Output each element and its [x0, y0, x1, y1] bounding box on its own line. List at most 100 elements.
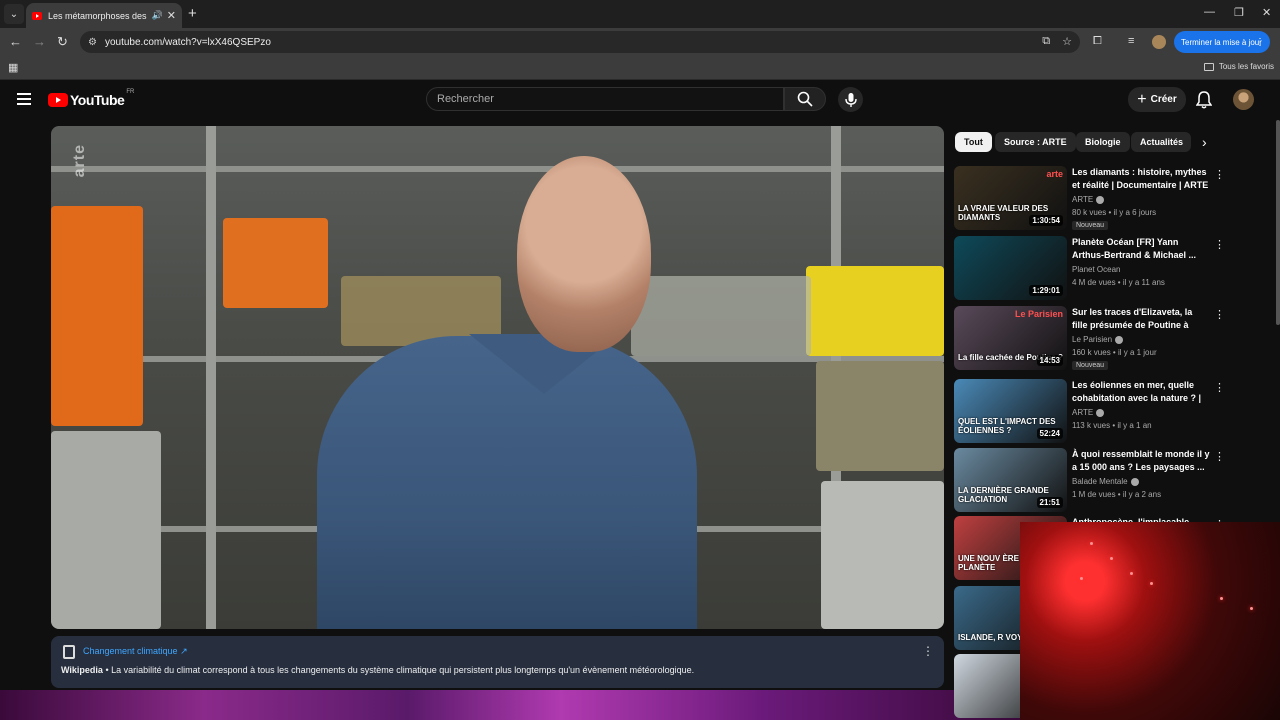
profile-avatar[interactable]: [1152, 35, 1166, 49]
video-title[interactable]: Les éoliennes en mer, quelle cohabitatio…: [1072, 379, 1210, 406]
channel-label: Planet Ocean: [1072, 265, 1121, 274]
more-options-icon[interactable]: ⋮: [1214, 238, 1225, 251]
recommended-video[interactable]: 1:29:01 Planète Océan [FR] Yann Arthus-Be…: [954, 236, 1225, 302]
fairy-light: [1250, 607, 1253, 610]
audio-playing-icon[interactable]: 🔊: [152, 10, 163, 21]
install-app-icon[interactable]: ⧉: [1042, 35, 1050, 48]
video-meta: 1 M de vues • il y a 2 ans: [1072, 490, 1162, 499]
video-thumbnail[interactable]: QUEL EST L'IMPACT DES ÉOLIENNES ? 52:24: [954, 379, 1067, 443]
new-tab-button[interactable]: +: [188, 5, 197, 22]
channel-label: ARTE: [1072, 195, 1094, 204]
video-thumbnail[interactable]: Le Parisien La fille cachée de Poutine ? 1…: [954, 306, 1067, 370]
channel-name[interactable]: ARTE: [1072, 195, 1105, 204]
video-meta: 160 k vues • il y a 1 jour: [1072, 348, 1157, 357]
recommended-video[interactable]: QUEL EST L'IMPACT DES ÉOLIENNES ? 52:24 Le…: [954, 379, 1225, 445]
more-options-icon[interactable]: ⋮: [1214, 381, 1225, 394]
topic-label: Changement climatique: [83, 646, 178, 656]
reading-list-icon[interactable]: ≡: [1128, 35, 1134, 47]
browser-tab-bar: ⌄ Les métamorphoses des gl 🔊 ✕ + — ❐ ✕: [0, 0, 1280, 28]
video-meta: 80 k vues • il y a 6 jours: [1072, 208, 1157, 217]
orange-case: [223, 218, 328, 308]
apps-grid-icon[interactable]: ▦: [8, 61, 18, 74]
youtube-favicon-icon: [32, 11, 42, 20]
bookmarks-bar: ▦ Tous les favoris: [0, 56, 1280, 80]
all-bookmarks-folder[interactable]: Tous les favoris: [1203, 62, 1274, 71]
recommended-video[interactable]: arte LA VRAIE VALEUR DES DIAMANTS 1:30:54 L…: [954, 166, 1225, 232]
user-avatar[interactable]: [1233, 89, 1254, 110]
notifications-bell-icon[interactable]: [1195, 91, 1213, 114]
search-placeholder: Rechercher: [437, 93, 494, 105]
search-button[interactable]: [784, 87, 826, 111]
video-title[interactable]: Planète Océan [FR] Yann Arthus-Bertrand …: [1072, 236, 1210, 262]
video-title[interactable]: Les diamants : histoire, mythes et réali…: [1072, 166, 1210, 192]
window-close-button[interactable]: ✕: [1262, 6, 1271, 19]
site-info-icon[interactable]: ⚙: [88, 37, 97, 48]
tab-search-button[interactable]: ⌄: [4, 4, 24, 24]
more-options-icon[interactable]: ⋮: [1214, 168, 1225, 181]
more-options-icon[interactable]: ⋮: [922, 644, 934, 658]
video-duration: 14:53: [1036, 355, 1063, 366]
browser-tab[interactable]: Les métamorphoses des gl 🔊 ✕: [26, 3, 182, 28]
minimize-button[interactable]: —: [1204, 6, 1215, 18]
bookmark-star-icon[interactable]: ☆: [1062, 35, 1072, 48]
verified-icon: [1130, 477, 1139, 486]
video-duration: 1:30:54: [1029, 215, 1063, 226]
topic-link[interactable]: Changement climatique ↗: [83, 646, 188, 657]
update-button[interactable]: Terminer la mise à jour ⋮: [1174, 31, 1270, 53]
video-thumbnail[interactable]: arte LA VRAIE VALEUR DES DIAMANTS 1:30:54: [954, 166, 1067, 230]
more-options-icon[interactable]: ⋮: [1214, 450, 1225, 463]
recommended-video[interactable]: LA DERNIÈRE GRANDE GLACIATION 21:51 À quoi…: [954, 448, 1225, 514]
new-badge: Nouveau: [1072, 221, 1109, 230]
forward-button[interactable]: →: [33, 34, 46, 49]
chevron-right-icon[interactable]: ›: [1202, 134, 1207, 150]
url-text: youtube.com/watch?v=lxX46QSEPzo: [104, 36, 271, 48]
storage-case: [816, 361, 944, 471]
chip-biology[interactable]: Biologie: [1076, 132, 1130, 152]
voice-search-button[interactable]: [838, 87, 863, 112]
chip-source-arte[interactable]: Source : ARTE: [995, 132, 1076, 152]
all-bookmarks-label: Tous les favoris: [1218, 62, 1274, 71]
back-button[interactable]: ←: [9, 34, 22, 49]
recommended-video[interactable]: Le Parisien La fille cachée de Poutine ? 1…: [954, 306, 1225, 372]
video-duration: 52:24: [1036, 428, 1063, 439]
shelf-post: [206, 126, 216, 629]
youtube-logo[interactable]: YouTube FR: [48, 89, 134, 108]
scrollbar[interactable]: [1276, 120, 1280, 325]
youtube-wordmark: YouTube: [70, 92, 125, 108]
video-meta: 4 M de vues • il y a 11 ans: [1072, 278, 1165, 287]
channel-name[interactable]: ARTE: [1072, 408, 1105, 417]
search-input[interactable]: Rechercher: [426, 87, 784, 111]
new-badge: Nouveau: [1072, 361, 1109, 370]
video-thumbnail[interactable]: 1:29:01: [954, 236, 1067, 300]
menu-icon[interactable]: ⋮: [1255, 37, 1265, 48]
video-thumbnail[interactable]: LA DERNIÈRE GRANDE GLACIATION 21:51: [954, 448, 1067, 512]
menu-hamburger-icon[interactable]: [17, 93, 31, 105]
presenter-body: [317, 336, 697, 629]
metal-case: [821, 481, 944, 629]
youtube-play-icon: [48, 93, 68, 107]
video-title[interactable]: À quoi ressemblait le monde il y a 15 00…: [1072, 448, 1210, 474]
chip-all[interactable]: Tout: [955, 132, 992, 152]
video-player[interactable]: arte: [51, 126, 944, 629]
create-button[interactable]: + Créer: [1128, 87, 1186, 112]
channel-name[interactable]: Planet Ocean: [1072, 265, 1120, 274]
info-description: Wikipedia • La variabilité du climat cor…: [61, 665, 694, 675]
address-bar[interactable]: ⚙ youtube.com/watch?v=lxX46QSEPzo ⧉ ☆: [80, 31, 1080, 53]
search-icon: [797, 91, 813, 107]
reload-button[interactable]: ↻: [57, 34, 68, 50]
arte-watermark: arte: [71, 144, 88, 178]
video-meta: 113 k vues • il y a 1 an: [1072, 421, 1152, 430]
more-options-icon[interactable]: ⋮: [1214, 308, 1225, 321]
tab-close-icon[interactable]: ✕: [167, 9, 176, 22]
fairy-light: [1150, 582, 1153, 585]
fairy-light: [1090, 542, 1093, 545]
channel-name[interactable]: Le Parisien: [1072, 335, 1124, 344]
verified-icon: [1115, 335, 1124, 344]
chip-news[interactable]: Actualités: [1131, 132, 1191, 152]
channel-name[interactable]: Balade Mentale: [1072, 477, 1139, 486]
extensions-icon[interactable]: ⧠: [1093, 35, 1102, 48]
video-title[interactable]: Sur les traces d'Elizaveta, la fille pré…: [1072, 306, 1210, 333]
presenter-head: [517, 156, 651, 352]
maximize-button[interactable]: ❐: [1234, 6, 1244, 19]
fairy-light: [1220, 597, 1223, 600]
